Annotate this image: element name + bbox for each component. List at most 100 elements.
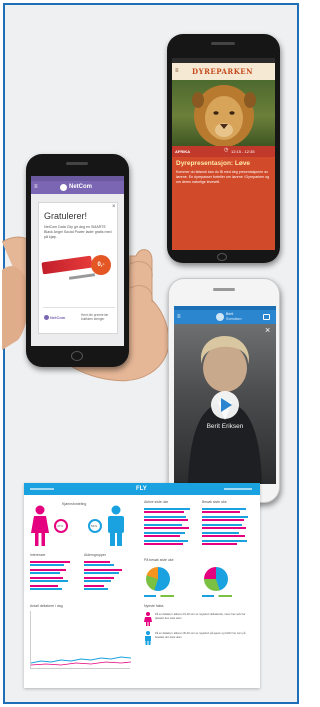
active-bar [144, 508, 190, 510]
menu-icon[interactable]: ≡ [177, 314, 181, 320]
netcom-brand: NetCom [69, 184, 93, 190]
fact-2: På en deltaker i alderen 30-40 som er re… [155, 632, 246, 639]
visit-bar [202, 532, 239, 534]
play-button[interactable] [211, 391, 239, 419]
close-icon[interactable]: × [112, 204, 116, 210]
product-charger [41, 255, 93, 275]
male-icon [108, 505, 124, 546]
home-button[interactable] [71, 351, 83, 361]
visit-bar [202, 519, 244, 521]
dashboard-header-title: FLY [136, 486, 147, 492]
active-bars [144, 508, 196, 554]
active-bar [144, 524, 182, 526]
zoo-content: Dyrepresentasjon: Løve Kommer du tidsnok… [172, 157, 275, 250]
age-bar [84, 561, 110, 563]
age-bar [84, 580, 111, 582]
phone-speaker [211, 42, 235, 45]
active-bar [144, 519, 188, 521]
visit-bar [202, 527, 246, 529]
product-cable [68, 273, 96, 280]
active-title: Aktive siste uke [144, 500, 169, 504]
dashboard-nav-right [224, 488, 252, 490]
interest-bar [30, 580, 68, 582]
age-bars [84, 561, 130, 597]
visits-title: Besøk siste uke [202, 500, 227, 504]
active-bar [144, 511, 184, 513]
zoo-info-bar: AFRIKA ◷ 12:15 - 12:35 [172, 146, 275, 157]
person-blue-icon [145, 631, 151, 645]
interest-bar [30, 577, 63, 579]
active-bar [144, 532, 185, 534]
video-screen: ≡ Berit Svendsen × Berit Eriksen [174, 306, 276, 484]
netcom-footer-brand: NetCom [50, 315, 66, 320]
person-pink-icon [144, 612, 152, 626]
video-caption: Berit Eriksen [206, 423, 244, 430]
netcom-footer-logo-icon [44, 315, 49, 320]
netcom-footer-text: Hent din premie før butikken stenger [81, 313, 109, 322]
dashboard: FLY Kjønnsfordeling 47% 53% Interesser A… [24, 483, 260, 688]
netcom-logo-icon [60, 184, 67, 191]
daily-title: Antall deltakere i dag [30, 604, 63, 608]
phone-zoo: ≡ DYREPARKEN AFRIKA ◷ 12:15 - 12:35 Dyre… [167, 34, 280, 263]
age-bar [84, 585, 104, 587]
age-bar [84, 577, 114, 579]
os-title: På besøk siste uke [144, 558, 174, 562]
age-bar [84, 564, 114, 566]
age-bar [84, 572, 119, 574]
visit-bar [202, 543, 237, 545]
visit-bar [202, 540, 247, 542]
daily-line [30, 656, 132, 666]
interest-bar [30, 569, 66, 571]
home-button[interactable] [217, 253, 227, 261]
dashboard-nav-left [30, 488, 54, 490]
zoo-screen: ≡ DYREPARKEN AFRIKA ◷ 12:15 - 12:35 Dyre… [172, 58, 275, 250]
interest-bar [30, 572, 60, 574]
menu-icon[interactable]: ≡ [175, 68, 179, 74]
zoo-tag: AFRIKA [175, 149, 191, 154]
zoo-body: Kommer du tidsnok kan du få med deg pres… [176, 170, 270, 184]
visit-bar [202, 516, 248, 518]
active-bar [144, 543, 183, 545]
age-bar [84, 588, 108, 590]
fact-1: På en deltaker i alderen 15-18 som er re… [155, 613, 246, 620]
interest-bar [30, 585, 58, 587]
phone-netcom: ≡ NetCom × Gratulerer! NetCom Data City … [26, 154, 129, 367]
daily-chart [30, 611, 132, 669]
price-bubble-label: 0,- [97, 262, 105, 268]
phone-video: ≡ Berit Svendsen × Berit Eriksen [168, 278, 280, 503]
visit-bar [202, 535, 245, 537]
price-bubble[interactable]: 0,- [91, 255, 111, 275]
visit-bar [202, 524, 242, 526]
zoo-title: Dyrepresentasjon: Løve [176, 160, 251, 167]
video-top-name: Berit [226, 312, 234, 316]
avatar [216, 313, 224, 321]
visit-bar [202, 508, 246, 510]
zoo-header: ≡ DYREPARKEN [172, 63, 275, 80]
os-pie-1 [146, 567, 170, 591]
age-title: Aldersgrupper [84, 553, 106, 557]
gender-title: Kjønnsfordeling [62, 502, 87, 506]
os-legend-2 [202, 595, 232, 597]
congrats-heading: Gratulerer! [44, 211, 88, 221]
interest-bar [30, 588, 62, 590]
share-icon[interactable] [263, 314, 270, 320]
dashboard-header: FLY [24, 483, 260, 495]
interest-bar [30, 564, 64, 566]
video-frame: × Berit Eriksen [174, 324, 276, 484]
news-title: Nyeste fakta [144, 604, 164, 608]
zoo-logo: DYREPARKEN [192, 67, 254, 76]
active-bar [144, 516, 186, 518]
female-pct: 47% [57, 524, 64, 528]
video-top-sub: Svendsen [226, 317, 242, 321]
congrats-message: NetCom Data City gir deg en SMARTE Black… [44, 225, 112, 239]
video-header: ≡ Berit Svendsen [174, 310, 276, 324]
menu-icon[interactable]: ≡ [34, 184, 38, 190]
lion-photo [172, 80, 275, 146]
play-icon [221, 398, 232, 412]
female-icon [31, 505, 49, 546]
male-pct: 53% [91, 524, 98, 528]
visit-bar [202, 511, 240, 513]
active-bar [144, 535, 180, 537]
close-icon[interactable]: × [265, 326, 270, 335]
clock-icon: ◷ [224, 147, 229, 153]
